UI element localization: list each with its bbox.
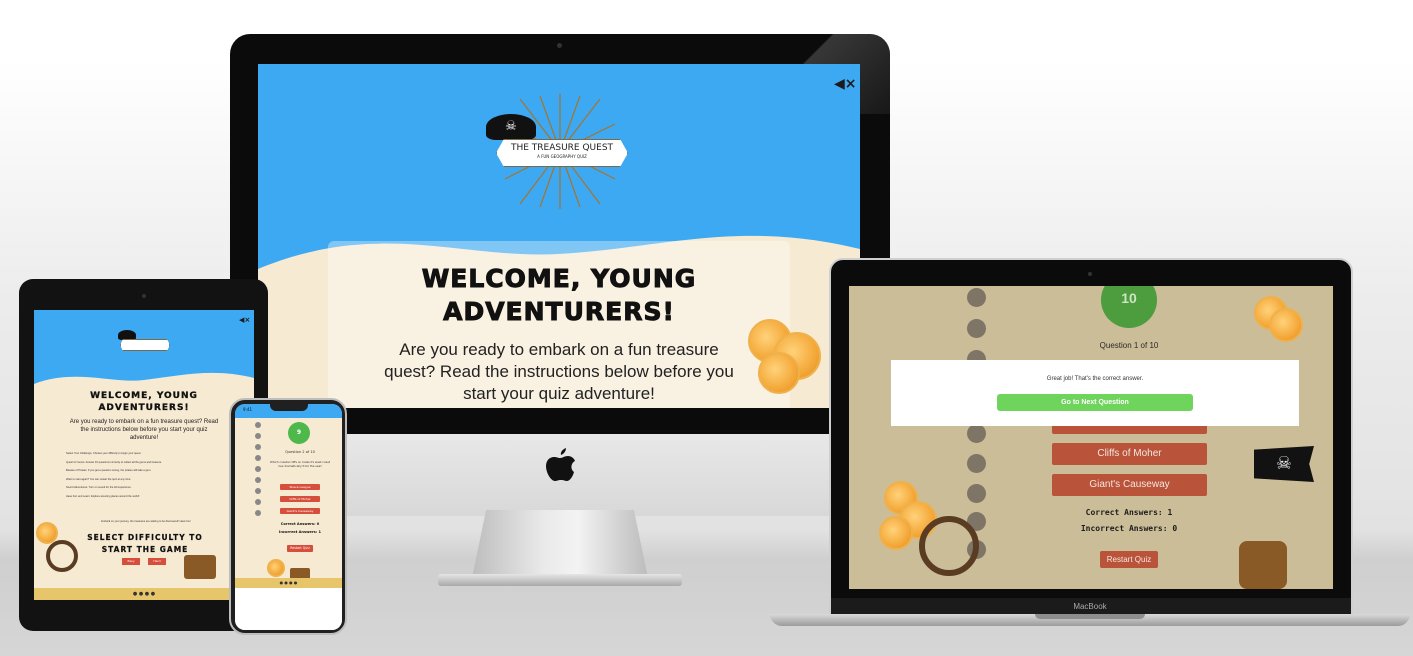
pirate-flag-icon: ☠ — [1254, 446, 1314, 482]
social-icons[interactable]: ● ● ● ● — [235, 578, 342, 588]
progress-dot — [967, 454, 986, 473]
coin-icon — [879, 516, 913, 550]
logo-title: THE TREASURE QUEST — [510, 143, 614, 153]
iphone-screen: 9:41 9 Question 2 of 10 Which coastal cl… — [235, 404, 342, 630]
progress-dot — [967, 484, 986, 503]
apple-logo-icon — [546, 448, 575, 481]
imac-camera — [557, 43, 562, 48]
progress-dot — [967, 288, 986, 307]
logo-banner — [120, 339, 170, 351]
easy-button[interactable]: Easy — [122, 558, 140, 565]
ipad-camera — [142, 294, 146, 298]
intro-text: Are you ready to embark on a fun treasur… — [69, 419, 219, 441]
coin-icon — [267, 559, 285, 577]
welcome-heading: WELCOME, YOUNG ADVENTURERS! — [90, 391, 198, 413]
timer-circle: 9 — [288, 422, 310, 444]
instruction-item: Sound Adventures: Turn on sound for the … — [66, 486, 132, 489]
intro-text: Are you ready to embark on a fun treasur… — [384, 340, 734, 403]
iphone-notch — [270, 403, 308, 411]
answer-button[interactable]: Giant's Causeway — [1052, 474, 1207, 496]
feedback-text: Great job! That's the correct answer. — [1046, 376, 1144, 382]
macbook-camera — [1088, 272, 1092, 276]
logo-banner: THE TREASURE QUEST A FUN GEOGRAPHY QUIZ — [496, 139, 628, 167]
answer-button[interactable]: Slieve League — [280, 484, 320, 490]
coin-icon — [758, 352, 800, 394]
progress-dot — [967, 319, 986, 338]
pirate-hat-icon: ☠ — [486, 114, 536, 140]
restart-quiz-button[interactable]: Restart Quiz — [287, 545, 313, 552]
hard-button[interactable]: Hard — [148, 558, 166, 565]
progress-dot — [967, 424, 986, 443]
next-question-button[interactable]: Go to Next Question — [997, 394, 1193, 411]
question-counter: Question 2 of 10 — [285, 450, 315, 454]
question-counter: Question 1 of 10 — [1099, 341, 1159, 350]
feedback-dialog: Great job! That's the correct answer. Go… — [891, 360, 1299, 426]
note-text: Embark on your journey, the treasures ar… — [101, 520, 191, 523]
iphone-bottom-area — [235, 588, 342, 630]
macbook-notch — [1035, 614, 1145, 619]
ship-wheel-icon — [919, 516, 979, 576]
speaker-mute-icon[interactable]: ◀× — [834, 76, 857, 92]
correct-count: Correct Answers: 0 — [280, 522, 320, 526]
answer-button[interactable]: Cliffs of Moher — [280, 496, 320, 502]
logo-subtitle: A FUN GEOGRAPHY QUIZ — [537, 154, 587, 159]
progress-dots — [255, 422, 261, 592]
instructions-list: Select Your Challenge: Choose your diffi… — [66, 450, 226, 501]
instruction-item: Select Your Challenge: Choose your diffi… — [66, 452, 142, 455]
imac-screen: ☠ THE TREASURE QUEST A FUN GEOGRAPHY QUI… — [258, 64, 860, 408]
incorrect-count: Incorrect Answers: 1 — [279, 530, 321, 534]
instruction-item: Beware of Pirates: If you get a question… — [66, 469, 152, 472]
question-text: Which coastal cliffs on Ireland's west c… — [270, 460, 330, 468]
social-icons[interactable]: ● ● ● ● — [34, 588, 254, 600]
ipad-screen: ◀× WELCOME, YOUNG ADVENTURERS! Are you r… — [34, 310, 254, 600]
barrel-icon — [1239, 541, 1287, 589]
pirate-hat-icon — [118, 330, 136, 340]
answer-button[interactable]: Cliffs of Moher — [1052, 443, 1207, 465]
instruction-item: Quest for Gems: Answer 10 questions corr… — [66, 460, 162, 464]
restart-quiz-button[interactable]: Restart Quiz — [1100, 551, 1158, 568]
correct-count: Correct Answers: 1 — [1085, 508, 1173, 517]
coin-icon — [1269, 308, 1303, 342]
macbook-label: MacBook — [1073, 602, 1107, 611]
macbook-screen: 10 Question 1 of 10 Cliffs of Moher Gian… — [849, 286, 1333, 589]
answer-button[interactable]: Giant's Causeway — [280, 508, 320, 514]
treasure-chest-icon — [184, 555, 216, 579]
imac-stand — [472, 510, 648, 578]
instruction-item: Want to start again? You can restart the… — [66, 477, 132, 481]
ship-wheel-icon — [46, 540, 78, 572]
speaker-mute-icon[interactable]: ◀× — [239, 316, 250, 324]
difficulty-heading: SELECT DIFFICULTY TO START THE GAME — [87, 533, 203, 554]
incorrect-count: Incorrect Answers: 0 — [1080, 524, 1178, 533]
welcome-heading: WELCOME, YOUNG ADVENTURERS! — [421, 264, 697, 327]
coin-icon — [36, 522, 58, 544]
footer-bar: ● ● ● ● — [34, 588, 254, 600]
footer-bar: ● ● ● ● — [235, 578, 342, 588]
instruction-item: Have Fun and Learn: Explore amazing plac… — [66, 494, 140, 498]
imac-stand-foot — [438, 574, 682, 586]
